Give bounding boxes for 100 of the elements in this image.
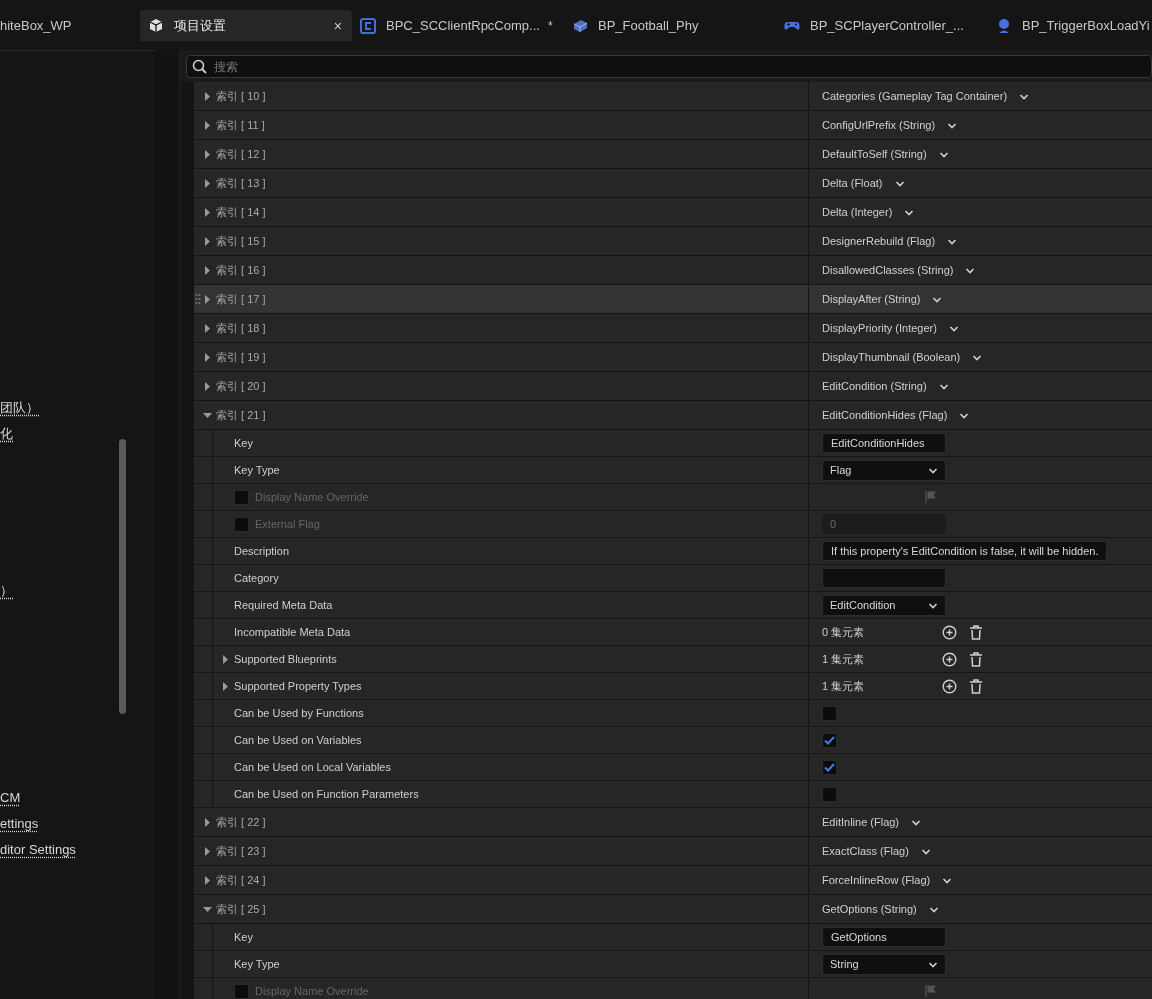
property-row[interactable]: 索引 [ 23 ] ExactClass (Flag) bbox=[194, 837, 1152, 866]
add-button[interactable] bbox=[942, 651, 957, 667]
cube-icon bbox=[148, 17, 164, 34]
type-dropdown[interactable]: Delta (Float) bbox=[822, 174, 905, 192]
type-dropdown[interactable]: EditConditionHides (Flag) bbox=[822, 406, 970, 424]
property-label: Can be Used on Function Parameters bbox=[234, 786, 419, 802]
property-label: External Flag bbox=[255, 516, 320, 532]
text-field[interactable] bbox=[822, 568, 946, 588]
property-label: Key Type bbox=[234, 956, 280, 972]
index-label: 索引 [ 24 ] bbox=[216, 872, 266, 888]
flag-icon bbox=[925, 984, 937, 998]
flag-icon bbox=[925, 490, 937, 504]
type-dropdown[interactable]: Flag bbox=[822, 459, 946, 481]
property-label: Key bbox=[234, 435, 253, 451]
settings-link[interactable]: 化 bbox=[0, 425, 13, 443]
component-icon bbox=[360, 17, 376, 34]
text-field[interactable]: EditConditionHides bbox=[822, 433, 946, 453]
trash-icon bbox=[969, 624, 983, 640]
property-row[interactable]: 索引 [ 11 ] ConfigUrlPrefix (String) bbox=[194, 111, 1152, 140]
editor-tab[interactable]: hiteBox_WP bbox=[0, 10, 140, 41]
settings-link[interactable]: ） bbox=[0, 582, 13, 600]
trash-icon bbox=[969, 678, 983, 694]
checkbox[interactable] bbox=[822, 759, 837, 775]
type-dropdown[interactable]: Categories (Gameplay Tag Container) bbox=[822, 87, 1030, 105]
add-button[interactable] bbox=[942, 678, 957, 694]
checkbox[interactable] bbox=[822, 705, 837, 721]
type-dropdown[interactable]: ConfigUrlPrefix (String) bbox=[822, 116, 958, 134]
delete-button[interactable] bbox=[969, 624, 983, 640]
property-label: Category bbox=[234, 570, 279, 586]
type-dropdown[interactable]: EditCondition bbox=[822, 594, 946, 616]
text-field[interactable]: If this property's EditCondition is false, it will be hidden. bbox=[822, 541, 1108, 561]
property-label: Key Type bbox=[234, 462, 280, 478]
property-row[interactable]: 索引 [ 21 ] EditConditionHides (Flag) bbox=[194, 401, 1152, 430]
editor-tab[interactable]: BPC_SCClientRpcComp... * bbox=[352, 10, 564, 41]
property-row[interactable]: 索引 [ 24 ] ForceInlineRow (Flag) bbox=[194, 866, 1152, 895]
type-dropdown[interactable]: DisallowedClasses (String) bbox=[822, 261, 976, 279]
text-field[interactable]: GetOptions bbox=[822, 927, 946, 947]
type-dropdown[interactable]: DefaultToSelf (String) bbox=[822, 145, 949, 163]
index-label: 索引 [ 18 ] bbox=[216, 320, 266, 336]
close-button[interactable]: × bbox=[333, 18, 342, 33]
index-label: 索引 [ 12 ] bbox=[216, 146, 266, 162]
index-label: 索引 [ 11 ] bbox=[216, 117, 265, 133]
element-count: 1 集元素 bbox=[822, 651, 866, 667]
editor-tab[interactable]: BP_SCPlayerController_... bbox=[776, 10, 988, 41]
property-row[interactable]: 索引 [ 14 ] Delta (Integer) bbox=[194, 198, 1152, 227]
settings-link[interactable]: 团队） bbox=[0, 399, 39, 417]
add-icon bbox=[942, 624, 957, 640]
type-dropdown[interactable]: DisplayPriority (Integer) bbox=[822, 319, 959, 337]
checkbox[interactable] bbox=[822, 732, 837, 748]
search-field[interactable]: 搜索 bbox=[186, 55, 1152, 78]
type-dropdown[interactable]: EditCondition (String) bbox=[822, 377, 949, 395]
index-label: 索引 [ 14 ] bbox=[216, 204, 266, 220]
add-icon bbox=[942, 678, 957, 694]
property-row[interactable]: 索引 [ 16 ] DisallowedClasses (String) bbox=[194, 256, 1152, 285]
index-label: 索引 [ 16 ] bbox=[216, 262, 266, 278]
property-label: Required Meta Data bbox=[234, 597, 333, 613]
editor-tab[interactable]: BP_TriggerBoxLoadYi bbox=[988, 10, 1152, 41]
add-button[interactable] bbox=[942, 624, 957, 640]
property-row[interactable]: 索引 [ 13 ] Delta (Float) bbox=[194, 169, 1152, 198]
type-dropdown[interactable]: DisplayThumbnail (Boolean) bbox=[822, 348, 983, 366]
property-row[interactable]: 索引 [ 17 ] DisplayAfter (String) bbox=[194, 285, 1152, 314]
type-dropdown[interactable]: DesignerRebuild (Flag) bbox=[822, 232, 958, 250]
settings-link[interactable]: ettings bbox=[0, 815, 39, 833]
property-row[interactable]: 索引 [ 22 ] EditInline (Flag) bbox=[194, 808, 1152, 837]
index-label: 索引 [ 25 ] bbox=[216, 901, 266, 917]
property-label: Supported Property Types bbox=[234, 678, 362, 694]
delete-button[interactable] bbox=[969, 651, 983, 667]
type-dropdown[interactable]: ExactClass (Flag) bbox=[822, 842, 931, 860]
settings-link[interactable]: CM bbox=[0, 789, 21, 807]
property-label: Can be Used on Variables bbox=[234, 732, 362, 748]
property-row[interactable]: 索引 [ 25 ] GetOptions (String) bbox=[194, 895, 1152, 924]
type-dropdown[interactable]: DisplayAfter (String) bbox=[822, 290, 943, 308]
add-icon bbox=[942, 651, 957, 667]
index-label: 索引 [ 19 ] bbox=[216, 349, 266, 365]
trash-icon bbox=[969, 651, 983, 667]
scrollbar-thumb[interactable] bbox=[119, 439, 126, 714]
index-label: 索引 [ 10 ] bbox=[216, 88, 266, 104]
index-label: 索引 [ 17 ] bbox=[216, 291, 266, 307]
checkbox[interactable] bbox=[822, 786, 837, 802]
property-row[interactable]: 索引 [ 19 ] DisplayThumbnail (Boolean) bbox=[194, 343, 1152, 372]
search-icon bbox=[192, 59, 207, 74]
index-label: 索引 [ 21 ] bbox=[216, 407, 266, 423]
settings-link[interactable]: ditor Settings bbox=[0, 841, 76, 859]
type-dropdown[interactable]: ForceInlineRow (Flag) bbox=[822, 871, 953, 889]
property-label: Can be Used on Local Variables bbox=[234, 759, 391, 775]
drag-handle-icon bbox=[195, 293, 201, 305]
property-label: Display Name Override bbox=[255, 983, 369, 999]
property-row[interactable]: 索引 [ 10 ] Categories (Gameplay Tag Container) bbox=[194, 82, 1152, 111]
type-dropdown[interactable]: String bbox=[822, 953, 946, 975]
type-dropdown[interactable]: EditInline (Flag) bbox=[822, 813, 922, 831]
type-dropdown[interactable]: GetOptions (String) bbox=[822, 900, 939, 918]
property-row[interactable]: 索引 [ 20 ] EditCondition (String) bbox=[194, 372, 1152, 401]
property-row[interactable]: 索引 [ 18 ] DisplayPriority (Integer) bbox=[194, 314, 1152, 343]
type-dropdown[interactable]: Delta (Integer) bbox=[822, 203, 915, 221]
editor-tab[interactable]: BP_Football_Phy bbox=[564, 10, 776, 41]
property-row[interactable]: 索引 [ 15 ] DesignerRebuild (Flag) bbox=[194, 227, 1152, 256]
delete-button[interactable] bbox=[969, 678, 983, 694]
editor-tab[interactable]: 项目设置 × bbox=[140, 10, 352, 41]
property-row[interactable]: 索引 [ 12 ] DefaultToSelf (String) bbox=[194, 140, 1152, 169]
index-label: 索引 [ 20 ] bbox=[216, 378, 266, 394]
